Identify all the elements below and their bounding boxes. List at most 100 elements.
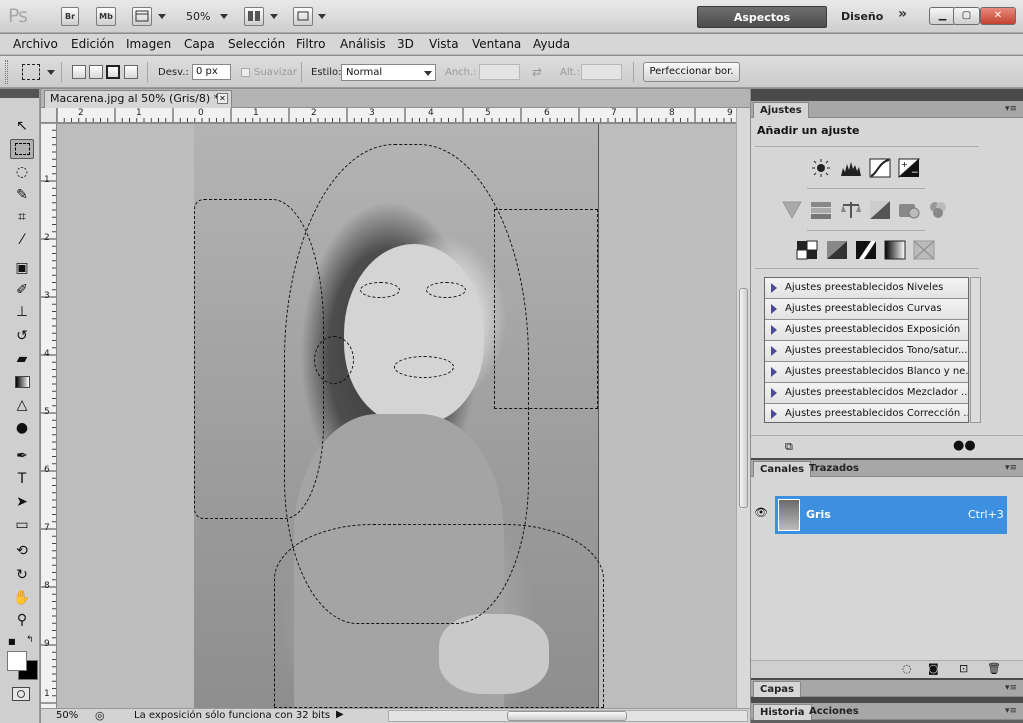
default-colors-icon[interactable]: ■ <box>8 637 16 646</box>
bridge-button[interactable]: Br <box>61 7 79 26</box>
vertical-scrollbar[interactable] <box>736 108 750 708</box>
panel-menu-icon[interactable]: ▾≡ <box>1005 104 1017 114</box>
mini-bridge-button[interactable]: Mb <box>96 7 116 26</box>
zoom-dropdown-icon[interactable] <box>220 14 228 19</box>
preset-curves[interactable]: Ajustes preestablecidos Curvas <box>765 299 968 320</box>
eraser-tool-icon[interactable]: ▰ <box>10 349 34 369</box>
height-input[interactable] <box>581 64 622 80</box>
workspace-essentials-button[interactable]: Aspectos esenciales <box>697 6 827 46</box>
load-channel-selection-icon[interactable]: ◌ <box>902 662 912 675</box>
presets-scrollbar[interactable] <box>970 277 981 423</box>
clip-to-layer-icon[interactable]: ⧉ <box>785 440 793 454</box>
hand-tool-icon[interactable]: ✋ <box>10 588 34 608</box>
close-document-icon[interactable]: ✕ <box>217 93 228 104</box>
screen-mode-dropdown-icon[interactable] <box>318 14 326 19</box>
screen-mode-button[interactable] <box>293 7 313 26</box>
path-selection-tool-icon[interactable]: ➤ <box>10 492 34 512</box>
vertical-ruler[interactable]: 1 2 3 4 5 6 7 8 9 1 <box>41 123 57 708</box>
rectangle-tool-icon[interactable]: ▭ <box>10 515 34 535</box>
invert-icon[interactable] <box>796 240 818 260</box>
lasso-tool-icon[interactable]: ◌ <box>10 162 34 182</box>
zoom-level[interactable]: 50% <box>186 10 210 23</box>
preset-exposure[interactable]: Ajustes preestablecidos Exposición <box>765 320 968 341</box>
exposure-icon[interactable]: +− <box>898 158 920 178</box>
more-workspaces-icon[interactable]: » <box>898 6 907 22</box>
status-info-icon[interactable]: ◎ <box>95 709 105 722</box>
menu-analisis[interactable]: Análisis <box>340 37 386 51</box>
menu-ventana[interactable]: Ventana <box>472 37 521 51</box>
new-channel-icon[interactable]: ⊡ <box>959 662 968 675</box>
preset-channel-mixer[interactable]: Ajustes preestablecidos Mezclador ... <box>765 383 968 404</box>
selective-color-icon[interactable] <box>913 240 935 260</box>
feather-input[interactable]: 0 px <box>192 64 231 80</box>
preset-black-white[interactable]: Ajustes preestablecidos Blanco y ne... <box>765 362 968 383</box>
preset-levels[interactable]: Ajustes preestablecidos Niveles <box>765 278 968 299</box>
blur-tool-icon[interactable]: △ <box>10 395 34 415</box>
quick-selection-tool-icon[interactable]: ✎ <box>10 185 34 205</box>
status-zoom[interactable]: 50% <box>56 710 78 721</box>
new-selection-icon[interactable] <box>72 65 86 79</box>
status-menu-arrow-icon[interactable]: ▶ <box>336 709 344 720</box>
channel-mixer-icon[interactable] <box>927 200 949 220</box>
minimize-button[interactable]: ▁ <box>929 7 956 25</box>
dodge-tool-icon[interactable]: ● <box>10 418 34 438</box>
black-white-icon[interactable] <box>869 200 891 220</box>
brush-tool-icon[interactable]: ✐ <box>10 280 34 300</box>
tool-preset-dropdown-icon[interactable] <box>47 70 55 75</box>
levels-icon[interactable] <box>840 158 862 178</box>
vertical-scroll-thumb[interactable] <box>739 288 748 508</box>
style-select[interactable]: Normal <box>341 64 436 81</box>
vibrance-icon[interactable] <box>781 200 803 220</box>
preset-selective-color[interactable]: Ajustes preestablecidos Corrección ... <box>765 404 968 422</box>
eyedropper-tool-icon[interactable]: ⁄ <box>10 230 34 250</box>
color-balance-icon[interactable] <box>840 200 862 220</box>
save-selection-channel-icon[interactable]: ◙ <box>928 662 939 675</box>
menu-ayuda[interactable]: Ayuda <box>533 37 570 51</box>
channel-row-gris[interactable]: Gris Ctrl+3 <box>775 496 1007 534</box>
adjustment-mask-icon[interactable]: ●● <box>953 438 976 453</box>
subtract-selection-icon[interactable] <box>106 65 120 79</box>
tab-acciones[interactable]: Acciones <box>803 704 865 720</box>
document-canvas[interactable] <box>57 124 736 708</box>
maximize-button[interactable]: ▢ <box>953 7 980 25</box>
menu-capa[interactable]: Capa <box>184 37 215 51</box>
tab-ajustes[interactable]: Ajustes <box>753 102 809 118</box>
quick-mask-icon[interactable] <box>12 687 30 701</box>
intersect-selection-icon[interactable] <box>124 65 138 79</box>
healing-brush-tool-icon[interactable]: ▣ <box>10 258 34 278</box>
gradient-map-icon[interactable] <box>884 240 906 260</box>
view-extras-dropdown-icon[interactable] <box>158 14 166 19</box>
menu-edicion[interactable]: Edición <box>71 37 114 51</box>
gradient-tool-icon[interactable] <box>10 372 34 392</box>
pen-tool-icon[interactable]: ✒ <box>10 446 34 466</box>
posterize-icon[interactable] <box>826 240 848 260</box>
brightness-contrast-icon[interactable] <box>810 158 832 178</box>
menu-imagen[interactable]: Imagen <box>126 37 171 51</box>
workspace-design-button[interactable]: Diseño <box>833 6 893 28</box>
history-brush-tool-icon[interactable]: ↺ <box>10 326 34 346</box>
menu-3d[interactable]: 3D <box>397 37 414 51</box>
menu-seleccion[interactable]: Selección <box>228 37 285 51</box>
tab-capas[interactable]: Capas <box>753 681 801 697</box>
foreground-color-swatch[interactable] <box>7 651 27 671</box>
refine-edge-button[interactable]: Perfeccionar bor. <box>643 62 740 82</box>
ruler-origin[interactable] <box>41 108 57 123</box>
menu-archivo[interactable]: Archivo <box>13 37 58 51</box>
menu-vista[interactable]: Vista <box>429 37 459 51</box>
hue-saturation-icon[interactable] <box>810 200 832 220</box>
3d-orbit-tool-icon[interactable]: ↻ <box>10 565 34 585</box>
swap-dimensions-icon[interactable]: ⇄ <box>532 65 542 79</box>
clone-stamp-tool-icon[interactable]: ⊥ <box>10 302 34 322</box>
document-tab[interactable]: Macarena.jpg al 50% (Gris/8) * ✕ <box>44 90 232 108</box>
antialias-checkbox[interactable] <box>241 68 250 77</box>
move-tool-icon[interactable]: ↖ <box>10 116 34 136</box>
close-button[interactable]: ✕ <box>980 7 1016 25</box>
tab-trazados[interactable]: Trazados <box>803 461 865 477</box>
type-tool-icon[interactable]: T <box>10 469 34 489</box>
delete-channel-icon[interactable]: 🗑 <box>987 662 1001 675</box>
width-input[interactable] <box>479 64 520 80</box>
photo-filter-icon[interactable] <box>898 200 920 220</box>
panel-menu-icon[interactable]: ▾≡ <box>1005 683 1017 693</box>
3d-rotate-tool-icon[interactable]: ⟲ <box>10 541 34 561</box>
marquee-preset-icon[interactable] <box>22 64 40 80</box>
